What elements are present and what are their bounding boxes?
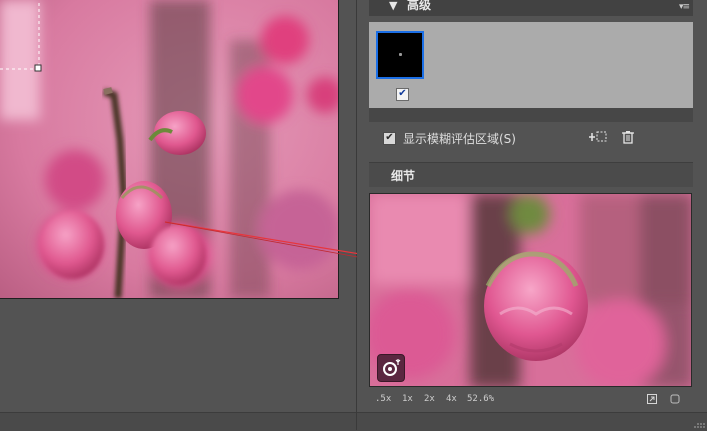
blur-trace-dot: [399, 53, 402, 56]
advanced-section-body: ✔: [369, 22, 693, 108]
zoom-bar: .5x 1x 2x 4x 52.6%: [369, 390, 693, 408]
detail-preview[interactable]: [369, 193, 692, 387]
resize-grip-icon[interactable]: [693, 421, 705, 429]
detail-photo: [370, 194, 691, 386]
detail-section-header[interactable]: 细节: [369, 162, 693, 187]
pin-loupe-button[interactable]: [377, 354, 405, 382]
show-blur-region-checkbox[interactable]: ✔: [383, 132, 396, 145]
canvas-area[interactable]: [0, 0, 357, 431]
advanced-section-header[interactable]: ▼ 高级 ▾≡: [369, 0, 693, 16]
advanced-section-title: 高级: [407, 0, 432, 12]
zoom-4x-button[interactable]: 4x: [446, 394, 457, 404]
zoom-0-5x-button[interactable]: .5x: [375, 394, 391, 404]
blur-estimation-panel: ▼ 高级 ▾≡ ✔ ✔ 显示模糊评估区域(S) 细节 .5x 1x 2x 4x …: [357, 0, 707, 431]
thumbnail-checkbox[interactable]: ✔: [396, 88, 409, 101]
detail-hand-tool-icon[interactable]: [646, 393, 658, 405]
zoom-1x-button[interactable]: 1x: [402, 394, 413, 404]
section-divider: [369, 108, 693, 122]
panel-menu-icon[interactable]: ▾≡: [679, 0, 690, 14]
detail-zoom-tool-icon[interactable]: [669, 393, 681, 405]
photo-canvas[interactable]: [0, 0, 339, 299]
blossom-photo: [0, 0, 338, 298]
blur-region-row: ✔ 显示模糊评估区域(S): [369, 124, 693, 150]
collapse-arrow-icon[interactable]: ▼: [389, 0, 397, 13]
selection-handle[interactable]: [34, 64, 42, 72]
show-blur-region-label[interactable]: 显示模糊评估区域(S): [403, 130, 516, 147]
plus-marquee-icon[interactable]: [589, 130, 607, 144]
blur-trace-thumbnail[interactable]: [376, 31, 424, 79]
trash-icon[interactable]: [621, 130, 635, 144]
pin-loupe-icon: [383, 359, 401, 376]
canvas-status-bar: [0, 412, 357, 431]
panel-status-bar: [357, 412, 707, 431]
detail-section-title: 细节: [391, 169, 416, 183]
zoom-value: 52.6%: [467, 394, 495, 404]
zoom-2x-button[interactable]: 2x: [424, 394, 435, 404]
